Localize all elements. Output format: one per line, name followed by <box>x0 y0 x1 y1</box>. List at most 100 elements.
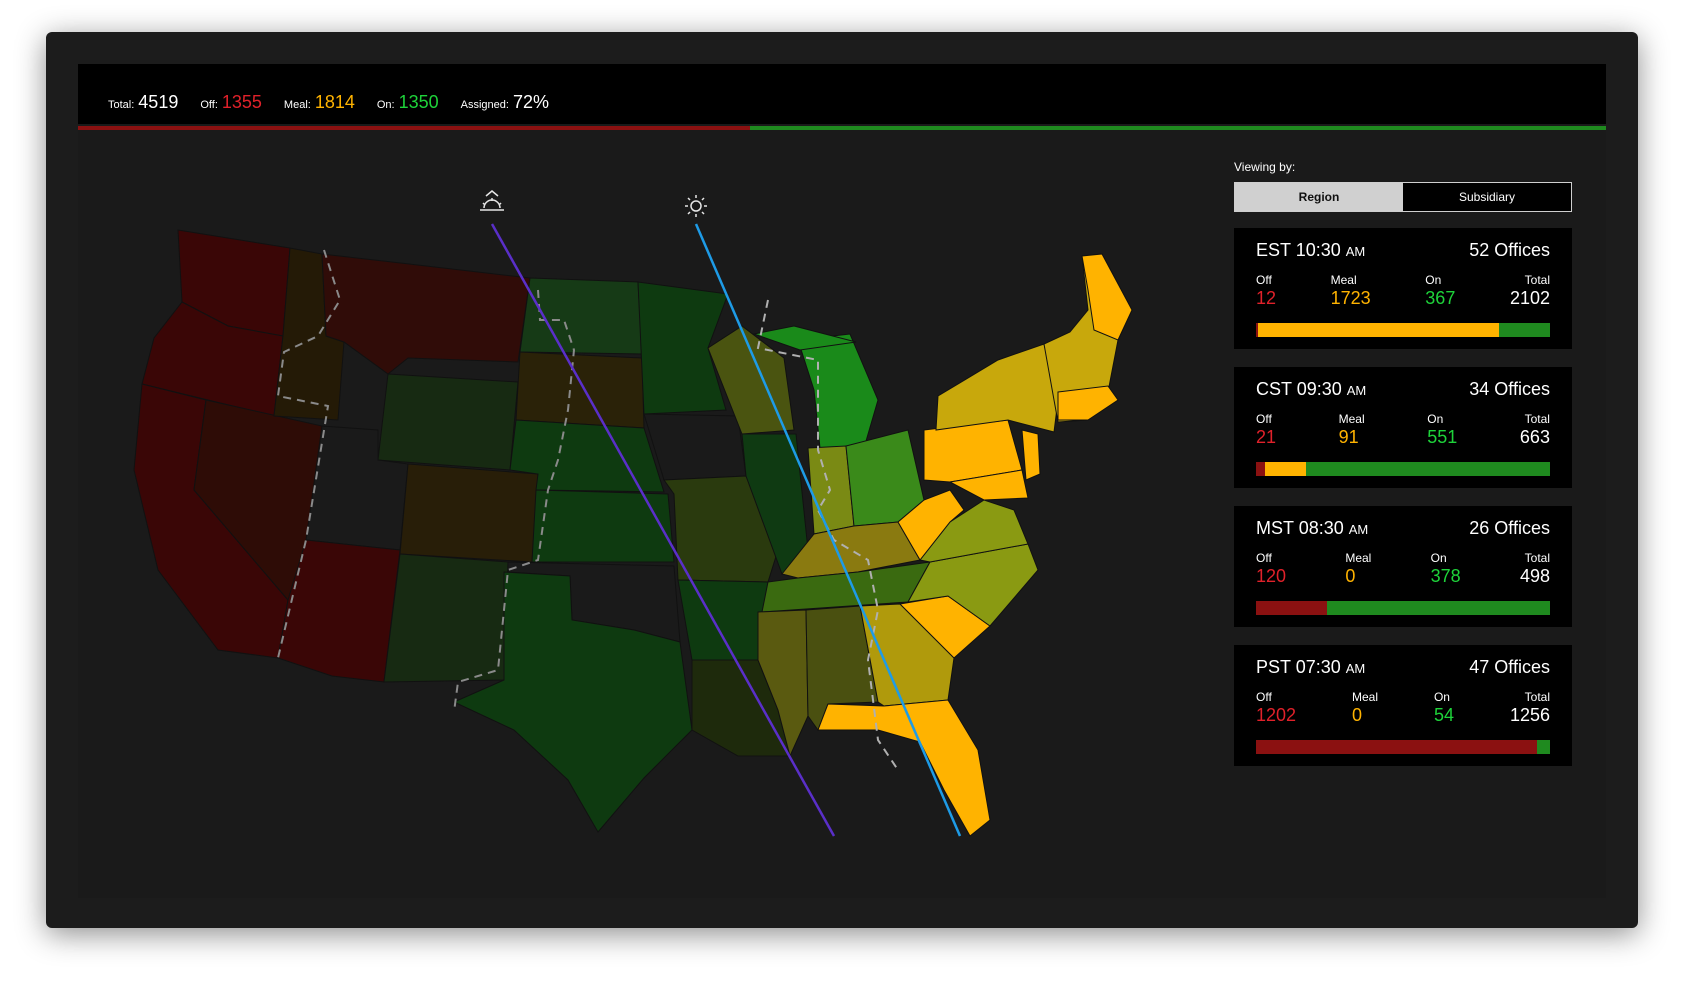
metric-on-label: On <box>1433 690 1450 704</box>
stat-total-label: Total: <box>108 99 135 111</box>
view-toggle: Region Subsidiary <box>1234 182 1572 212</box>
metric-on-value: 551 <box>1427 427 1458 447</box>
stat-meal-value: 1814 <box>314 92 355 112</box>
metric-off-value: 120 <box>1256 566 1287 586</box>
stat-assigned-value: 72% <box>512 92 549 112</box>
metric-off-label: Off <box>1256 551 1272 565</box>
toggle-region[interactable]: Region <box>1235 183 1403 211</box>
zone-clock: 09:30 <box>1296 379 1342 399</box>
timezone-card-est[interactable]: EST 10:30 AM 52 Offices Off 12 Meal 1723… <box>1234 228 1572 349</box>
stat-assigned: Assigned: 72% <box>461 92 549 113</box>
metric-meal: Meal 91 <box>1339 412 1365 448</box>
timezone-card-pst[interactable]: PST 07:30 AM 47 Offices Off 1202 Meal 0 … <box>1234 645 1572 766</box>
metric-off: Off 120 <box>1256 551 1286 587</box>
metric-on: On 378 <box>1431 551 1461 587</box>
stat-total: Total: 4519 <box>108 92 178 113</box>
state-south-dakota[interactable] <box>515 351 645 429</box>
metric-meal-value: 1723 <box>1330 288 1371 308</box>
summary-stats: Total: 4519 Off: 1355 Meal: 1814 On: 135… <box>108 92 549 113</box>
metric-meal-value: 91 <box>1338 427 1359 447</box>
zone-ampm: AM <box>1345 661 1366 676</box>
status-distribution-bar <box>1256 323 1550 337</box>
bar-segment-off <box>1256 740 1538 754</box>
zone-code: PST <box>1256 657 1291 677</box>
metric-off-label: Off <box>1256 412 1272 426</box>
metric-off-value: 1202 <box>1256 705 1297 725</box>
metric-total: Total 663 <box>1520 412 1550 448</box>
state-colorado[interactable] <box>399 463 539 563</box>
sun-icon <box>685 195 707 217</box>
metric-on: On 551 <box>1427 412 1457 448</box>
metric-on-value: 378 <box>1430 566 1461 586</box>
zone-code: MST <box>1256 518 1294 538</box>
status-distribution-bar <box>1256 740 1550 754</box>
zone-code: CST <box>1256 379 1292 399</box>
metric-on-label: On <box>1425 273 1442 287</box>
top-stats-bar: Total: 4519 Off: 1355 Meal: 1814 On: 135… <box>78 64 1606 124</box>
stat-assigned-label: Assigned: <box>460 99 509 111</box>
state-montana[interactable] <box>321 253 531 375</box>
card-header: PST 07:30 AM 47 Offices <box>1256 657 1550 678</box>
bar-segment-on <box>1305 462 1550 476</box>
status-distribution-bar <box>1256 601 1550 615</box>
state-michigan[interactable] <box>797 333 879 449</box>
state-massachusetts[interactable] <box>1057 385 1119 421</box>
card-metrics: Off 1202 Meal 0 On 54 Total 1256 <box>1256 690 1550 726</box>
metric-off: Off 21 <box>1256 412 1276 448</box>
timezone-card-mst[interactable]: MST 08:30 AM 26 Offices Off 120 Meal 0 O… <box>1234 506 1572 627</box>
metric-total-value: 663 <box>1519 427 1550 447</box>
metric-off: Off 12 <box>1256 273 1276 309</box>
metric-total-label: Total <box>1524 273 1550 287</box>
state-kansas[interactable] <box>531 489 675 563</box>
timezone-card-cst[interactable]: CST 09:30 AM 34 Offices Off 21 Meal 91 O… <box>1234 367 1572 488</box>
office-count: 26 Offices <box>1469 518 1550 538</box>
state-new-jersey[interactable] <box>1021 429 1041 481</box>
zone-clock: 10:30 <box>1295 240 1341 260</box>
viewing-by-label: Viewing by: <box>1234 160 1296 174</box>
stat-off: Off: 1355 <box>200 92 262 113</box>
stat-total-value: 4519 <box>138 92 179 112</box>
card-metrics: Off 12 Meal 1723 On 367 Total 2102 <box>1256 273 1550 309</box>
state-arkansas[interactable] <box>677 579 769 661</box>
metric-on-value: 367 <box>1425 288 1456 308</box>
state-north-dakota[interactable] <box>519 277 643 355</box>
zone-time: MST 08:30 AM <box>1256 518 1368 539</box>
metric-total: Total 2102 <box>1510 273 1550 309</box>
state-new-york[interactable] <box>935 343 1059 433</box>
office-count: 47 Offices <box>1469 657 1550 677</box>
region-panel: Viewing by: Region Subsidiary EST 10:30 … <box>1234 160 1572 766</box>
state-florida[interactable] <box>817 699 991 837</box>
state-iowa[interactable] <box>643 413 747 481</box>
stat-on-label: On: <box>376 99 395 111</box>
us-map <box>133 190 1133 837</box>
metric-meal-value: 0 <box>1345 566 1356 586</box>
bar-segment-on <box>1326 601 1550 615</box>
metric-total: Total 498 <box>1520 551 1550 587</box>
state-wyoming[interactable] <box>377 373 519 471</box>
metric-total-value: 1256 <box>1509 705 1550 725</box>
bar-segment-meal <box>1265 462 1306 476</box>
state-new-mexico[interactable] <box>383 553 509 683</box>
metric-on-label: On <box>1427 412 1444 426</box>
metric-meal: Meal 1723 <box>1331 273 1371 309</box>
toggle-subsidiary[interactable]: Subsidiary <box>1403 183 1571 211</box>
stat-meal-label: Meal: <box>283 99 311 111</box>
metric-total-label: Total <box>1524 412 1550 426</box>
metric-total-value: 2102 <box>1509 288 1550 308</box>
metric-on-label: On <box>1430 551 1447 565</box>
stat-on-value: 1350 <box>398 92 439 112</box>
zone-time: PST 07:30 AM <box>1256 657 1365 678</box>
zone-clock: 07:30 <box>1295 657 1341 677</box>
card-header: MST 08:30 AM 26 Offices <box>1256 518 1550 539</box>
metric-total-value: 498 <box>1519 566 1550 586</box>
zone-ampm: AM <box>1345 244 1366 259</box>
metric-on: On 54 <box>1434 690 1454 726</box>
zone-time: EST 10:30 AM <box>1256 240 1365 261</box>
status-distribution-bar <box>1256 462 1550 476</box>
metric-meal-label: Meal <box>1345 551 1372 565</box>
metric-meal-label: Meal <box>1352 690 1379 704</box>
office-count: 52 Offices <box>1469 240 1550 260</box>
metric-off-label: Off <box>1256 690 1272 704</box>
stat-meal: Meal: 1814 <box>284 92 355 113</box>
metric-meal-label: Meal <box>1330 273 1357 287</box>
